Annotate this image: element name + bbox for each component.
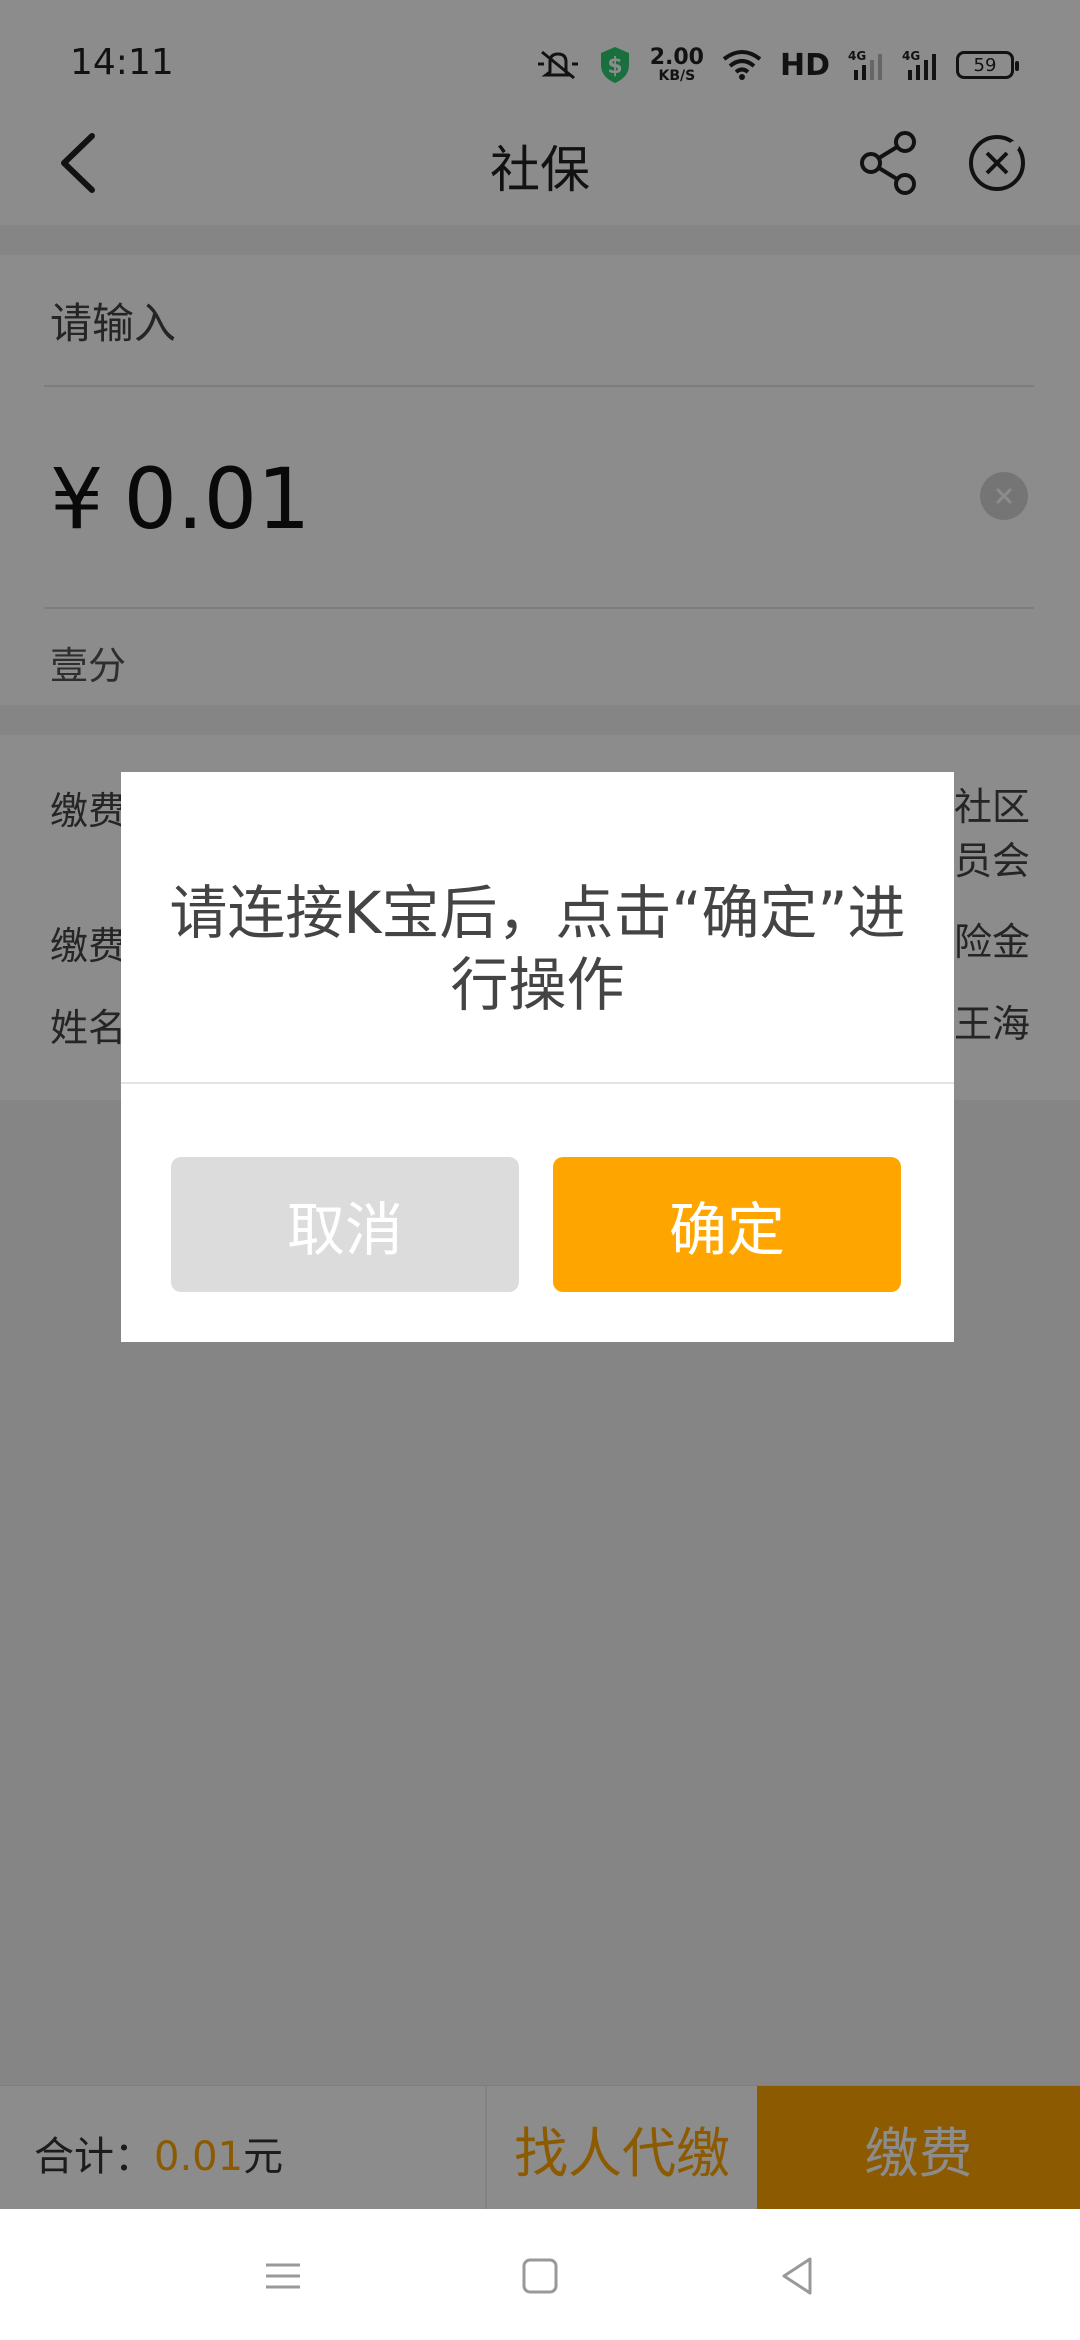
dialog-divider (121, 1082, 954, 1084)
confirm-dialog: 请连接K宝后，点击“确定”进行操作 取消 确定 (121, 772, 954, 1342)
nav-back-button[interactable] (772, 2251, 822, 2301)
nav-menu-button[interactable] (258, 2251, 308, 2301)
triangle-back-icon (782, 2257, 812, 2295)
nav-home-button[interactable] (515, 2251, 565, 2301)
home-icon (522, 2258, 558, 2294)
dialog-message: 请连接K宝后，点击“确定”进行操作 (169, 879, 906, 1019)
cancel-button[interactable]: 取消 (171, 1157, 519, 1292)
menu-icon (266, 2263, 300, 2289)
system-nav-bar (0, 2209, 1080, 2340)
confirm-button[interactable]: 确定 (553, 1157, 901, 1292)
